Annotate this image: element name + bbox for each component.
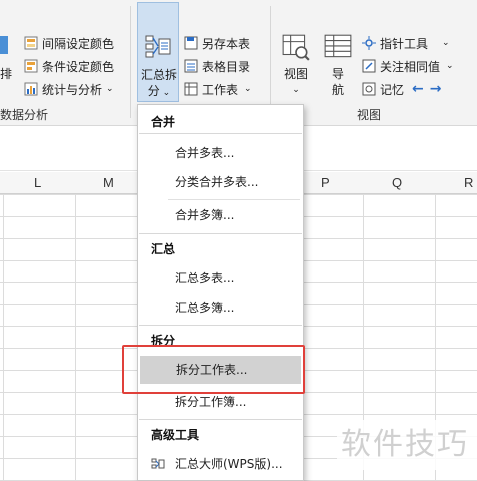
chevron-down-icon: ⌄: [244, 84, 252, 94]
condition-color-icon: [24, 59, 38, 73]
view-icon: [282, 34, 310, 61]
save-sheet-button[interactable]: 另存本表: [184, 32, 250, 54]
merge-split-label-2-text: 分: [147, 84, 160, 98]
condition-color-label: 条件设定颜色: [42, 59, 115, 74]
pointer-tool-label: 指针工具: [380, 36, 429, 51]
save-copy-icon: [184, 36, 198, 50]
view-button[interactable]: 视图 ⌄: [279, 30, 313, 100]
group-divider: [270, 6, 271, 118]
worksheet-icon: [184, 82, 198, 96]
column-header-l[interactable]: L: [34, 175, 41, 190]
chevron-down-icon: ⌄: [159, 88, 171, 98]
focus-same-label: 关注相同值: [380, 59, 441, 74]
worksheet-button[interactable]: 工作表 ⌄: [184, 78, 252, 100]
group-divider: [130, 6, 131, 118]
pointer-tool-icon: [362, 36, 376, 50]
column-header-m[interactable]: M: [103, 175, 114, 190]
focus-same-button[interactable]: 关注相同值 ⌄: [362, 55, 454, 77]
data-analysis-group-label: 数据分析: [0, 108, 49, 122]
category-merge-item[interactable]: 分类合并多表...: [139, 168, 302, 196]
menu-divider: [139, 133, 302, 134]
merge-master-icon: [151, 458, 165, 469]
menu-section-advanced: 高级工具: [151, 428, 200, 442]
navigation-icon: [324, 34, 352, 58]
arrow-right-icon[interactable]: →: [430, 81, 442, 97]
condition-color-button[interactable]: 条件设定颜色: [24, 55, 114, 77]
memory-label: 记忆: [380, 82, 405, 97]
ribbon-cut-button[interactable]: 排: [0, 62, 12, 84]
menu-section-merge: 合并: [151, 115, 176, 129]
watermark-text: 软件技巧: [337, 420, 477, 470]
menu-section-summary: 汇总: [151, 242, 176, 256]
sheet-index-button[interactable]: 表格目录: [184, 55, 250, 77]
interval-color-label: 间隔设定颜色: [42, 36, 115, 51]
menu-divider: [168, 199, 300, 200]
stats-analysis-button[interactable]: 统计与分析 ⌄: [24, 78, 114, 100]
merge-sheets-item[interactable]: 合并多表...: [139, 139, 302, 167]
stats-icon: [24, 82, 38, 96]
stats-analysis-label: 统计与分析: [42, 82, 103, 97]
menu-divider: [139, 233, 302, 234]
chevron-down-icon: ⌄: [442, 38, 450, 48]
memory-button[interactable]: 记忆 ← →: [362, 78, 441, 100]
merge-split-label-1: 汇总拆: [140, 68, 177, 82]
merge-split-menu: 合并 合并多表... 分类合并多表... 合并多簿... 汇总 汇总多表... …: [137, 104, 304, 481]
save-sheet-label: 另存本表: [202, 36, 251, 51]
annotation-highlight-box: [122, 345, 305, 394]
view-group-label: 视图: [357, 108, 382, 122]
column-header-q[interactable]: Q: [392, 175, 402, 190]
sum-sheets-item[interactable]: 汇总多表...: [139, 264, 302, 292]
merge-master-item[interactable]: 汇总大师(WPS版)...: [139, 450, 302, 478]
chevron-down-icon: ⌄: [106, 84, 114, 94]
arrow-left-icon[interactable]: ←: [412, 81, 424, 97]
memory-icon: [362, 82, 376, 96]
merge-split-label-2: 分 ⌄: [139, 83, 179, 101]
navigation-button[interactable]: 导 航: [320, 30, 356, 100]
merge-split-icon: [145, 35, 171, 58]
worksheet-label: 工作表: [202, 82, 239, 97]
interval-color-icon: [24, 36, 38, 50]
menu-divider: [139, 419, 302, 420]
sheet-index-label: 表格目录: [202, 59, 251, 74]
ribbon-cut-icon: [0, 36, 8, 54]
chevron-down-icon: ⌄: [292, 85, 300, 95]
chevron-down-icon: ⌄: [446, 61, 454, 71]
column-header-r[interactable]: R: [464, 175, 473, 190]
menu-divider: [139, 325, 302, 326]
merge-books-item[interactable]: 合并多簿...: [139, 201, 302, 229]
navigation-label-2: 航: [331, 83, 344, 97]
pointer-tool-button[interactable]: 指针工具 ⌄: [362, 32, 450, 54]
sheet-index-icon: [184, 59, 198, 73]
focus-same-icon: [362, 59, 376, 73]
view-label: 视图: [283, 67, 308, 81]
sum-books-item[interactable]: 汇总多簿...: [139, 294, 302, 322]
merge-split-button[interactable]: 汇总拆 分 ⌄: [137, 2, 179, 102]
ribbon-cut-label: 排: [0, 66, 13, 81]
merge-master-label: 汇总大师(WPS版)...: [175, 457, 283, 471]
interval-color-button[interactable]: 间隔设定颜色: [24, 32, 114, 54]
column-header-p[interactable]: P: [321, 175, 330, 190]
navigation-label-1: 导: [331, 67, 344, 81]
